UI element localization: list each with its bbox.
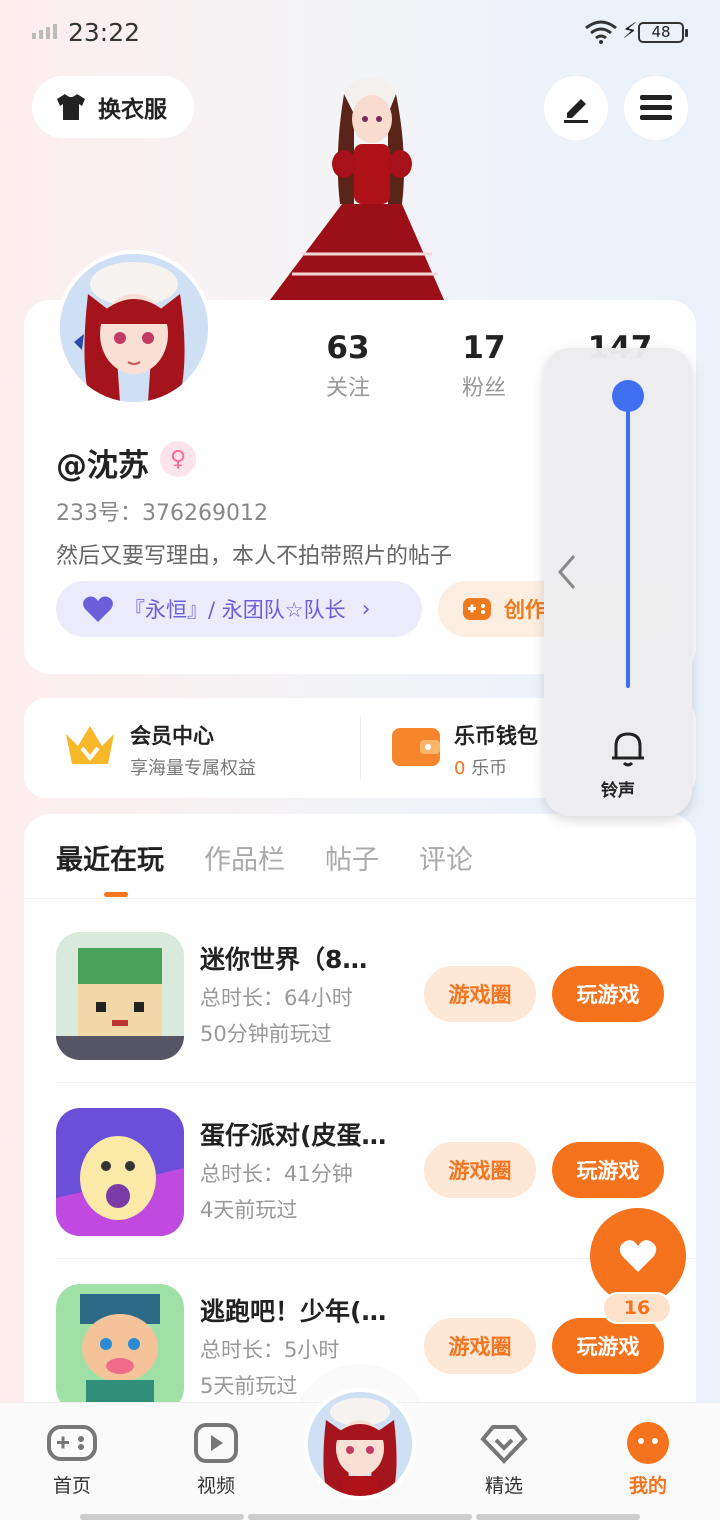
gamepad-icon	[47, 1425, 97, 1461]
bio: 然后又要写理由，本人不拍带照片的帖子	[56, 544, 453, 569]
wallet-amount: 0	[454, 758, 466, 779]
bell-icon[interactable]	[610, 728, 646, 768]
wallet-unit: 乐币	[471, 758, 508, 779]
game-icon	[56, 1284, 184, 1412]
menu-button[interactable]	[624, 76, 688, 140]
avatar[interactable]	[56, 250, 212, 406]
gamepad-icon	[463, 598, 491, 620]
tab-bar: 最近在玩 作品栏 帖子 评论	[56, 838, 473, 877]
edit-profile-button[interactable]	[544, 76, 608, 140]
play-game-button[interactable]: 玩游戏	[552, 1142, 664, 1198]
volume-slider-knob[interactable]	[612, 380, 644, 412]
video-icon	[194, 1423, 238, 1463]
change-outfit-button[interactable]: 换衣服	[32, 76, 194, 138]
play-game-button[interactable]: 玩游戏	[552, 1318, 664, 1374]
nav-avatar[interactable]	[304, 1388, 416, 1500]
following-label: 关注	[325, 376, 370, 401]
tab-indicator	[104, 892, 128, 897]
team-label: 『永恒』/ 永团队☆队长	[124, 598, 346, 622]
nav-mine-label: 我的	[628, 1475, 667, 1497]
charging-icon: ⚡	[622, 19, 638, 44]
nav-featured-label: 精选	[484, 1475, 523, 1497]
game-circle-button[interactable]: 游戏圈	[424, 1318, 536, 1374]
creator-label: 创作	[504, 598, 546, 622]
user-id: 233号：376269012	[56, 501, 268, 526]
member-subtitle: 享海量专属权益	[130, 758, 256, 779]
game-icon	[56, 932, 184, 1060]
female-icon: ♀	[160, 441, 196, 477]
wifi-icon	[585, 20, 617, 44]
game-circle-button[interactable]: 游戏圈	[424, 966, 536, 1022]
game-circle-button[interactable]: 游戏圈	[424, 1142, 536, 1198]
play-game-button[interactable]: 玩游戏	[552, 966, 664, 1022]
change-outfit-label: 换衣服	[98, 97, 167, 123]
tabs-divider	[24, 898, 696, 899]
signal-icon	[32, 24, 57, 39]
tab-recent[interactable]: 最近在玩	[56, 838, 164, 877]
game-row[interactable]: 迷你世界（8… 总时长：64小时 50分钟前玩过 游戏圈 玩游戏	[56, 932, 696, 1092]
game-duration: 总时长：64小时	[200, 986, 353, 1010]
game-duration: 总时长：41分钟	[200, 1162, 353, 1186]
following-stat[interactable]: 63 关注	[293, 330, 403, 402]
fans-label: 粉丝	[461, 376, 506, 401]
nav-featured[interactable]: 精选	[449, 1421, 559, 1498]
like-button[interactable]	[590, 1208, 686, 1304]
ringtone-label: 铃声	[601, 781, 635, 801]
nav-home-label: 首页	[52, 1475, 91, 1497]
username: @沈苏	[56, 448, 149, 484]
row-divider	[56, 1082, 696, 1083]
fans-count: 17	[462, 330, 506, 366]
nav-video[interactable]: 视频	[161, 1421, 271, 1498]
gesture-bar	[476, 1514, 640, 1520]
gesture-bar	[80, 1514, 244, 1520]
team-chip[interactable]: 『永恒』/ 永团队☆队长 ›	[56, 581, 422, 637]
game-last-played: 4天前玩过	[200, 1198, 298, 1222]
wallet-title: 乐币钱包	[454, 724, 538, 748]
pen-icon	[564, 99, 588, 123]
menu-icon	[640, 95, 672, 120]
status-bar: 23:22 ⚡ 48	[0, 0, 720, 64]
game-name: 迷你世界（8…	[200, 945, 368, 974]
game-last-played: 50分钟前玩过	[200, 1022, 332, 1046]
status-time: 23:22	[68, 18, 141, 47]
tab-works[interactable]: 作品栏	[204, 838, 285, 877]
game-name: 逃跑吧！少年(…	[200, 1297, 387, 1326]
following-count: 63	[326, 330, 370, 366]
diamond-heart-icon	[480, 1425, 528, 1464]
battery-indicator: 48	[638, 22, 688, 43]
divider	[360, 716, 361, 780]
game-name: 蛋仔派对(皮蛋…	[200, 1121, 387, 1150]
wallet[interactable]: 乐币钱包 0 乐币	[390, 720, 538, 780]
volume-slider-track[interactable]	[626, 396, 630, 688]
face-icon	[627, 1422, 669, 1464]
nav-home[interactable]: 首页	[17, 1421, 127, 1498]
tshirt-icon	[57, 94, 85, 120]
member-center[interactable]: 会员中心 享海量专属权益	[62, 720, 256, 780]
gesture-bar	[248, 1514, 472, 1520]
nav-mine[interactable]: 我的	[593, 1421, 703, 1498]
wallet-icon	[392, 728, 440, 766]
heart-icon	[619, 1240, 657, 1272]
nav-video-label: 视频	[196, 1475, 235, 1497]
fans-stat[interactable]: 17 粉丝	[429, 330, 539, 402]
game-last-played: 5天前玩过	[200, 1374, 298, 1398]
game-icon	[56, 1108, 184, 1236]
crown-icon	[66, 726, 114, 764]
avatar-character[interactable]	[262, 64, 452, 304]
like-count: 16	[602, 1292, 672, 1324]
chevron-right-icon: ›	[361, 596, 371, 622]
tab-comments[interactable]: 评论	[419, 838, 473, 877]
volume-panel[interactable]: 铃声	[544, 348, 692, 816]
heart-icon	[83, 596, 113, 622]
member-title: 会员中心	[130, 724, 214, 748]
game-duration: 总时长：5小时	[200, 1338, 340, 1362]
chevron-left-icon[interactable]	[554, 552, 580, 592]
content-card: 最近在玩 作品栏 帖子 评论 迷你世界（8… 总时长：64小时 50分钟前玩过 …	[24, 814, 696, 1454]
tab-posts[interactable]: 帖子	[325, 838, 379, 877]
